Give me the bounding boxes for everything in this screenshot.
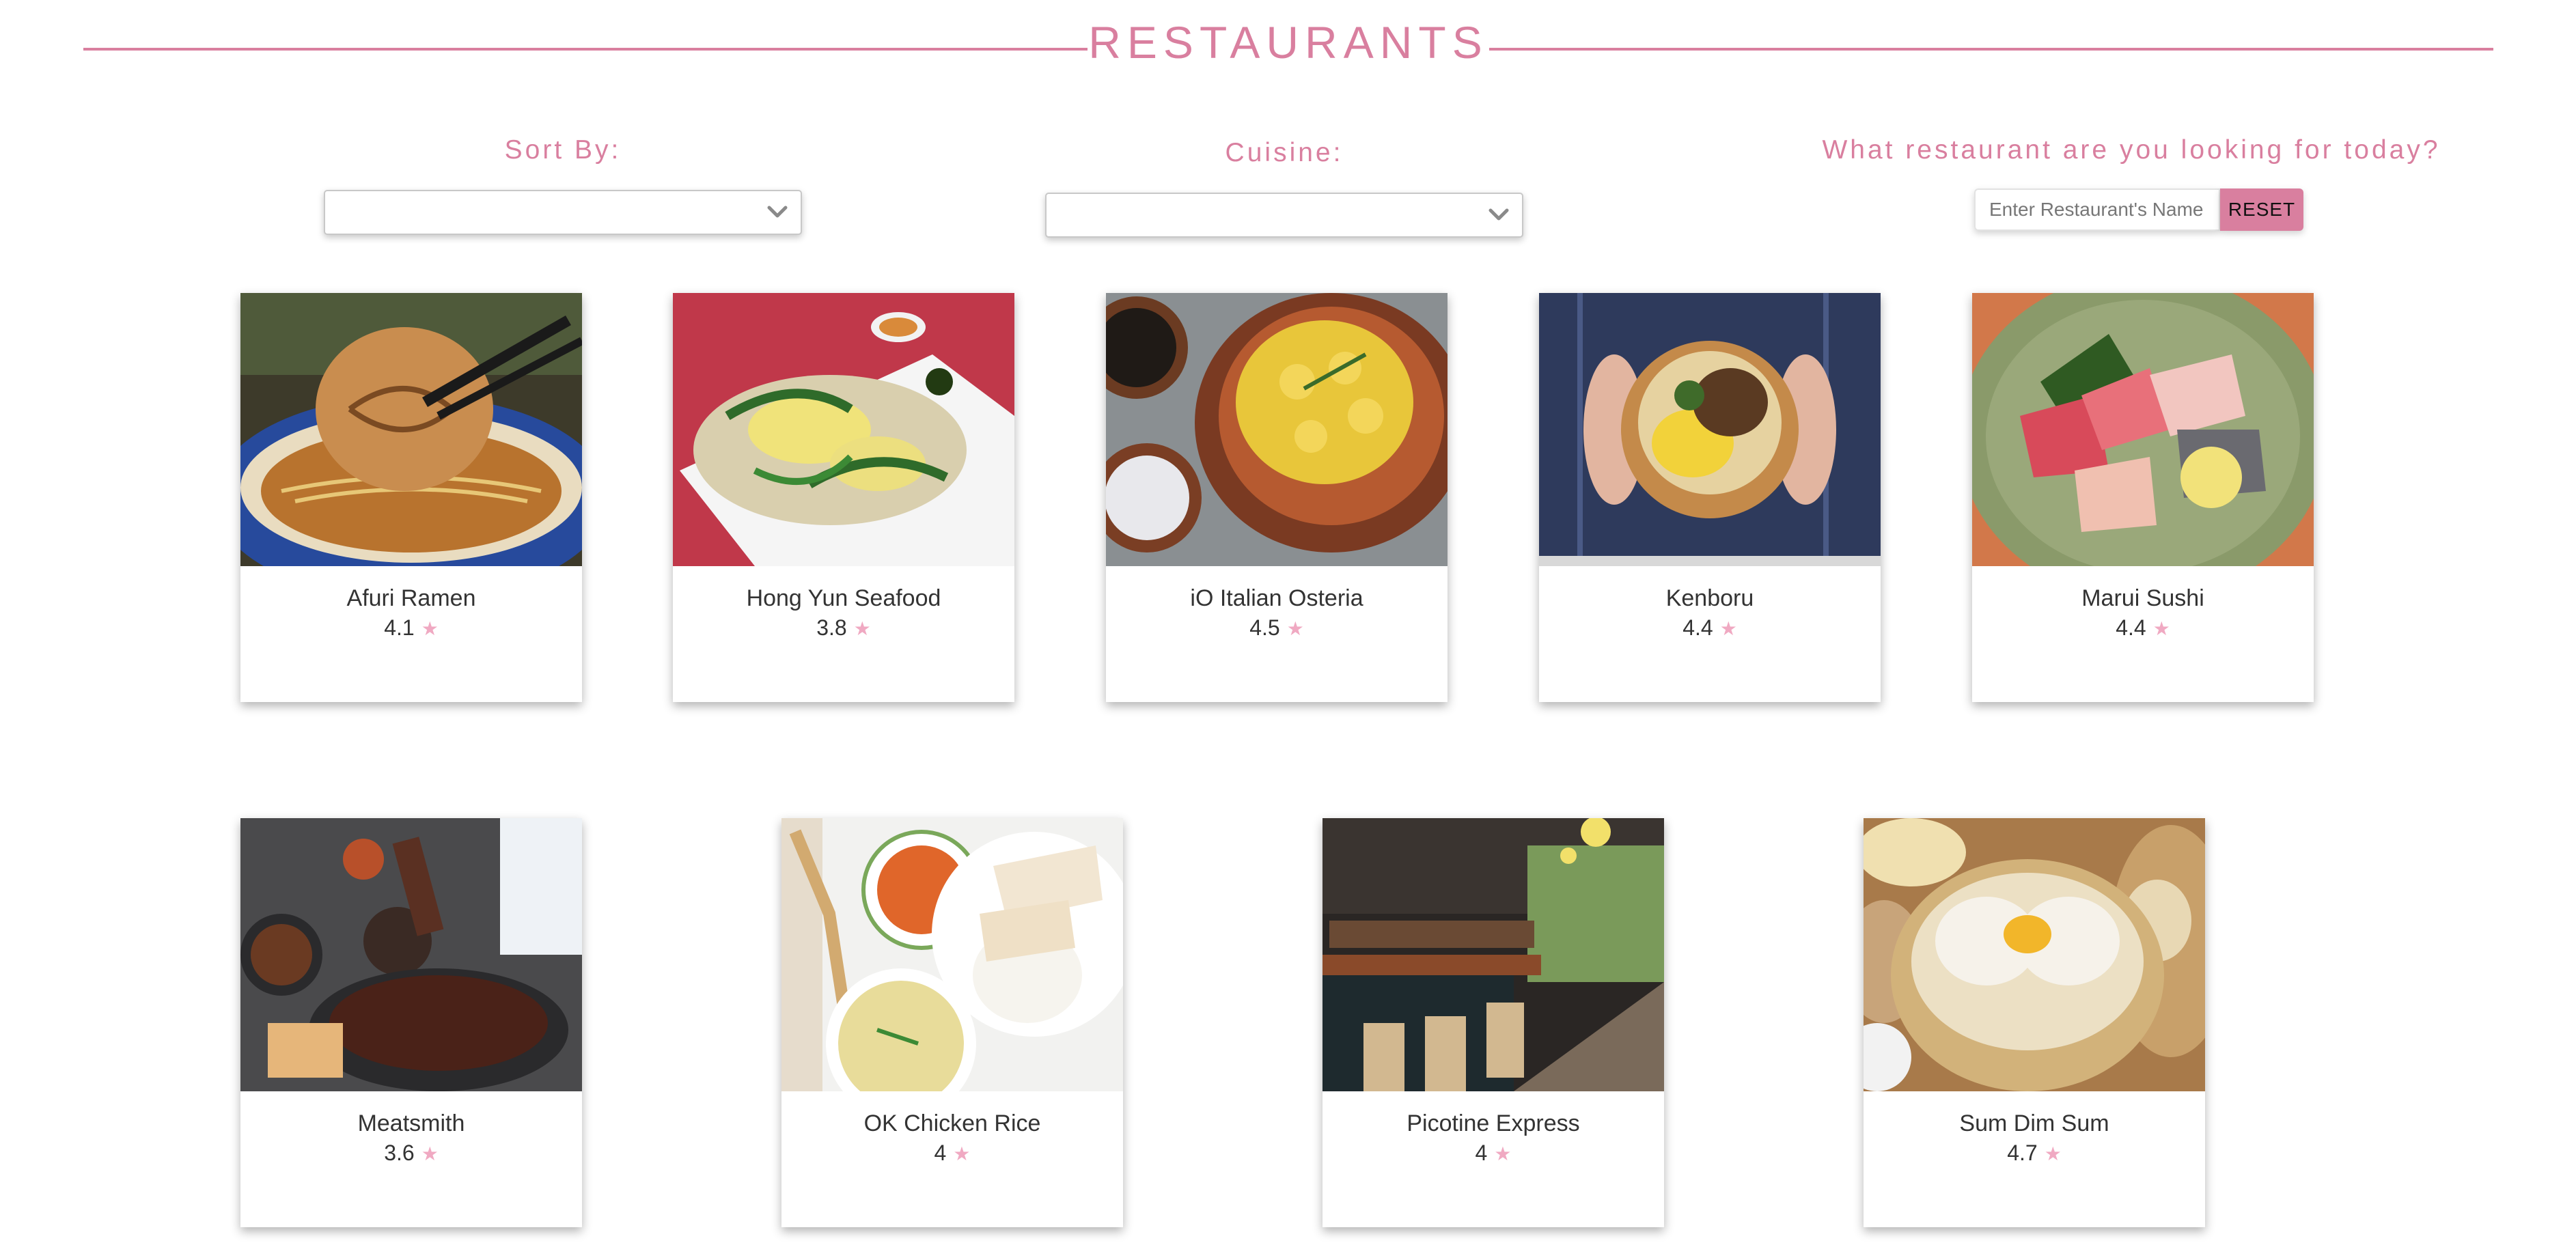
cuisine-select[interactable] [1045,193,1523,238]
restaurant-rating: 4 ★ [781,1140,1123,1166]
restaurant-name: Sum Dim Sum [1959,1110,2109,1136]
restaurant-name: Hong Yun Seafood [746,585,941,611]
search-prompt-label: What restaurant are you looking for toda… [1822,135,2441,165]
star-icon: ★ [2152,618,2170,639]
restaurant-name: Afuri Ramen [346,585,476,611]
restaurant-search-input[interactable] [1974,188,2220,231]
sort-by-select[interactable] [324,190,802,235]
star-icon: ★ [953,1143,971,1164]
restaurant-name: iO Italian Osteria [1190,585,1363,611]
restaurant-image [1864,818,2205,1091]
restaurant-card-marui-sushi[interactable]: Marui Sushi 4.4 ★ [1972,293,2314,702]
restaurant-rating: 4.1 ★ [240,615,582,641]
restaurant-rating: 4.7 ★ [1864,1140,2205,1166]
restaurant-name: Kenboru [1665,585,1754,611]
restaurant-image [240,818,582,1091]
star-icon: ★ [2044,1143,2062,1164]
restaurant-image [240,293,582,566]
restaurant-rating: 4.4 ★ [1539,615,1881,641]
chevron-down-icon [1488,208,1509,221]
restaurant-card-io-italian-osteria[interactable]: iO Italian Osteria 4.5 ★ [1106,293,1448,702]
star-icon: ★ [1494,1143,1512,1164]
search-box [1974,188,2220,231]
restaurant-image [1539,293,1881,566]
rating-value: 3.8 [816,615,847,640]
star-icon: ★ [853,618,871,639]
star-icon: ★ [1719,618,1737,639]
restaurant-rating: 3.6 ★ [240,1140,582,1166]
restaurant-image [1106,293,1448,566]
header-divider-left [83,48,1088,51]
restaurant-image [1972,293,2314,566]
restaurant-name: Meatsmith [357,1110,465,1136]
cuisine-label: Cuisine: [1225,138,1344,167]
header-divider-right [1489,48,2493,51]
restaurant-name: Picotine Express [1407,1110,1580,1136]
chevron-down-icon [767,206,788,218]
rating-value: 4.5 [1249,615,1280,640]
restaurant-rating: 3.8 ★ [673,615,1014,641]
rating-value: 3.6 [384,1140,415,1165]
restaurant-rating: 4.5 ★ [1106,615,1448,641]
restaurant-card-afuri-ramen[interactable]: Afuri Ramen 4.1 ★ [240,293,582,702]
rating-value: 4.1 [384,615,415,640]
page-header: RESTAURANTS [0,0,2576,96]
restaurant-image [673,293,1014,566]
restaurant-image [781,818,1123,1091]
star-icon: ★ [421,1143,439,1164]
restaurant-card-hong-yun-seafood[interactable]: Hong Yun Seafood 3.8 ★ [673,293,1014,702]
restaurant-name: Marui Sushi [2081,585,2204,611]
page-title: RESTAURANTS [1088,17,1488,68]
rating-value: 4.4 [1682,615,1713,640]
reset-button[interactable]: RESET [2220,188,2303,231]
sort-by-label: Sort By: [504,135,622,165]
restaurant-card-kenboru[interactable]: Kenboru 4.4 ★ [1539,293,1881,702]
rating-value: 4.4 [2116,615,2146,640]
restaurant-card-sum-dim-sum[interactable]: Sum Dim Sum 4.7 ★ [1864,818,2205,1227]
restaurant-card-ok-chicken-rice[interactable]: OK Chicken Rice 4 ★ [781,818,1123,1227]
restaurant-card-picotine-express[interactable]: Picotine Express 4 ★ [1322,818,1664,1227]
restaurant-rating: 4.4 ★ [1972,615,2314,641]
rating-value: 4.7 [2007,1140,2038,1165]
restaurant-name: OK Chicken Rice [863,1110,1041,1136]
star-icon: ★ [1286,618,1304,639]
restaurant-card-meatsmith[interactable]: Meatsmith 3.6 ★ [240,818,582,1227]
restaurant-rating: 4 ★ [1322,1140,1664,1166]
star-icon: ★ [421,618,439,639]
rating-value: 4 [934,1140,947,1165]
rating-value: 4 [1475,1140,1488,1165]
restaurant-image [1322,818,1664,1091]
